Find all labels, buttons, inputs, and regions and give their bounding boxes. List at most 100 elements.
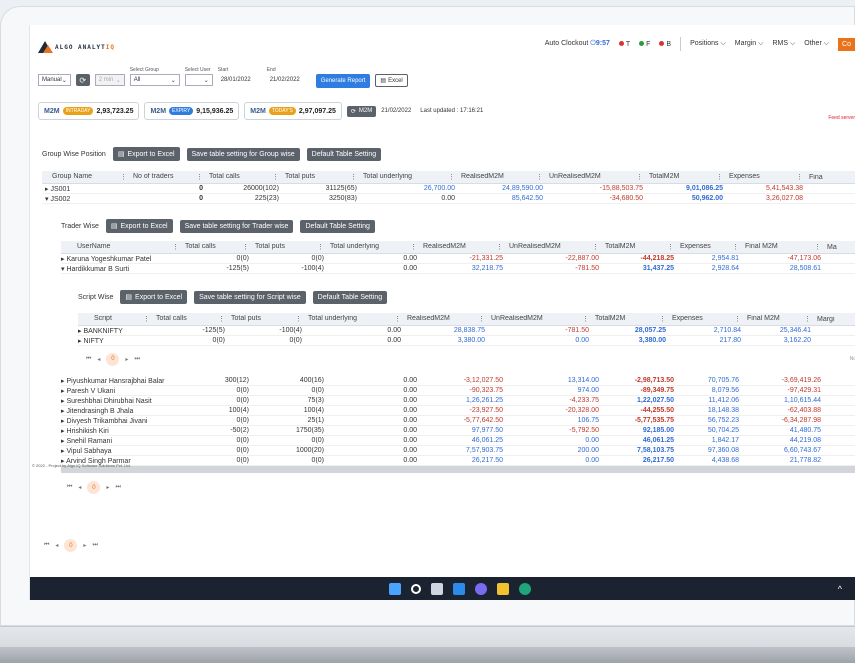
- prev-page-icon[interactable]: ◂: [55, 542, 58, 549]
- col-trader-puts[interactable]: Total puts ⋮: [252, 243, 327, 251]
- final-cell: 21,778.82: [789, 457, 821, 464]
- col-script-final[interactable]: Final M2M ⋮: [744, 315, 814, 323]
- col-script-realised[interactable]: RealisedM2M ⋮: [404, 315, 488, 323]
- table-row[interactable]: ▸ Paresh V Ukani 0(0) 0(0) 0.00 -90,323.75 97…: [61, 386, 855, 396]
- prev-page-icon[interactable]: ◂: [78, 484, 81, 491]
- prev-page-icon[interactable]: ◂: [97, 356, 100, 363]
- end-date-input[interactable]: 21/02/2022: [266, 74, 311, 86]
- start-date-input[interactable]: 28/01/2022: [217, 74, 262, 86]
- group-export-button[interactable]: ▤ Export to Excel: [112, 147, 180, 161]
- chat-icon[interactable]: [475, 582, 487, 595]
- col-username[interactable]: UserName ⋮: [61, 243, 182, 251]
- col-script-underlying[interactable]: Total underlying ⋮: [305, 315, 404, 323]
- group-default-setting-button[interactable]: Default Table Setting: [306, 147, 382, 161]
- col-script-calls[interactable]: Total calls ⋮: [153, 315, 228, 323]
- col-total-calls[interactable]: Total calls ⋮: [206, 173, 282, 181]
- col-script-expenses[interactable]: Expenses ⋮: [669, 315, 744, 323]
- col-script-margin[interactable]: Margi: [814, 316, 854, 323]
- col-trader-expenses[interactable]: Expenses ⋮: [677, 243, 742, 251]
- trader-default-setting-button[interactable]: Default Table Setting: [300, 219, 375, 233]
- col-total-puts[interactable]: Total puts ⋮: [282, 173, 360, 181]
- edge-icon[interactable]: [519, 582, 531, 595]
- total-cell: 7,58,103.75: [637, 447, 674, 454]
- table-row[interactable]: ▸ Sureshbhai Dhirubhai Nasit 0(0) 75(3) 0.0…: [61, 396, 855, 406]
- col-script[interactable]: Script ⋮: [78, 315, 153, 323]
- col-trader-total[interactable]: TotalM2M ⋮: [602, 243, 677, 251]
- table-row[interactable]: ▸ BANKNIFTY -125(5) -100(4) 0.00 28,838.75 -7…: [78, 326, 855, 336]
- feed-server-status: Feed server: [828, 115, 855, 121]
- col-script-unrealised[interactable]: UnRealisedM2M ⋮: [488, 315, 592, 323]
- table-row[interactable]: ▸ Piyushkumar Hansrajbhai Balar 300(12) 40…: [61, 376, 855, 386]
- table-row[interactable]: ▸ NIFTY 0(0) 0(0) 0.00 3,380.00 0.00 3,380.00 2…: [78, 336, 855, 346]
- current-page[interactable]: 0: [106, 352, 120, 366]
- col-trader-margin[interactable]: Ma: [824, 244, 855, 251]
- task-view-icon[interactable]: [431, 582, 443, 595]
- next-page-icon[interactable]: ▸: [83, 542, 86, 549]
- table-row[interactable]: ▸ Arvind Singh Parmar 0(0) 0(0) 0.00 26,217.…: [61, 456, 855, 466]
- group-save-setting-button[interactable]: Save table setting for Group wise: [186, 147, 300, 161]
- nav-rms[interactable]: RMS ⌵: [772, 40, 795, 48]
- nav-margin[interactable]: Margin ⌵: [735, 40, 764, 48]
- table-row[interactable]: ▾ Hardikkumar B Surti -125(5) -100(4) 0.00 3…: [61, 264, 855, 274]
- table-row[interactable]: ▸ JS001 0 26000(102) 31125(65) 26,700.00…: [42, 184, 855, 194]
- table-row[interactable]: ▸ Vipul Sabhaya 0(0) 1000(20) 0.00 7,57,903.…: [61, 446, 855, 456]
- col-total-underlying[interactable]: Total underlying ⋮: [360, 173, 458, 181]
- first-page-icon[interactable]: ⏮: [86, 356, 91, 363]
- col-trader-unrealised[interactable]: UnRealisedM2M ⋮: [506, 243, 602, 251]
- m2m-refresh-button[interactable]: ⟳ M2M: [346, 105, 377, 117]
- nav-other[interactable]: Other ⌵: [804, 40, 829, 48]
- table-row[interactable]: ▸ Divyesh Trikambhai Jivani 0(0) 25(1) 0.00…: [61, 416, 855, 426]
- m2m-date: 21/02/2022: [381, 108, 412, 114]
- nav-co-button[interactable]: Co: [838, 37, 855, 51]
- script-default-setting-button[interactable]: Default Table Setting: [312, 290, 388, 304]
- script-export-button[interactable]: ▤ Export to Excel: [120, 290, 188, 304]
- col-trader-underlying[interactable]: Total underlying ⋮: [327, 243, 420, 251]
- col-expenses[interactable]: Expenses ⋮: [726, 173, 806, 181]
- file-explorer-icon[interactable]: [497, 582, 509, 595]
- col-unrealised[interactable]: UnRealisedM2M ⋮: [546, 173, 646, 181]
- script-save-setting-button[interactable]: Save table setting for Script wise: [194, 290, 306, 304]
- col-trader-realised[interactable]: RealisedM2M ⋮: [420, 243, 506, 251]
- table-row[interactable]: ▸ Jitendrasingh B Jhala 100(4) 100(4) 0.00 -…: [61, 406, 855, 416]
- mode-select[interactable]: Manual ⌄: [38, 74, 71, 86]
- first-page-icon[interactable]: ⏮: [44, 542, 49, 549]
- current-page[interactable]: 0: [64, 539, 78, 552]
- col-script-puts[interactable]: Total puts ⋮: [228, 315, 305, 323]
- user-select[interactable]: ⌄: [184, 74, 213, 86]
- nav-positions[interactable]: Positions ⌵: [690, 40, 726, 48]
- col-script-total[interactable]: TotalM2M ⋮: [592, 315, 669, 323]
- windows-icon[interactable]: [389, 582, 401, 595]
- group-select[interactable]: All ⌄: [129, 74, 180, 86]
- generate-report-button[interactable]: Generate Report: [315, 74, 371, 88]
- name-cell: ▸ Vipul Sabhaya: [61, 447, 112, 455]
- col-trader-final[interactable]: Final M2M ⋮: [742, 243, 824, 251]
- last-page-icon[interactable]: ⏭: [115, 484, 120, 491]
- current-page[interactable]: 0: [87, 481, 101, 494]
- search-icon[interactable]: [411, 583, 421, 594]
- calls-cell: 0(0): [212, 337, 225, 344]
- col-total-m2m[interactable]: TotalM2M ⋮: [646, 173, 726, 181]
- tray-chevron-icon[interactable]: ^: [838, 584, 842, 594]
- next-page-icon[interactable]: ▸: [106, 484, 109, 491]
- col-realised[interactable]: RealisedM2M ⋮: [458, 173, 546, 181]
- last-page-icon[interactable]: ⏭: [92, 542, 97, 549]
- next-page-icon[interactable]: ▸: [125, 356, 128, 363]
- table-row[interactable]: ▸ Hrishikish Kiri -50(2) 1750(35) 0.00 97,97…: [61, 426, 855, 436]
- widgets-icon[interactable]: [453, 582, 465, 595]
- trader-export-button[interactable]: ▤ Export to Excel: [105, 219, 173, 233]
- refresh-icon[interactable]: ⟳: [75, 74, 90, 86]
- col-trader-calls[interactable]: Total calls ⋮: [182, 243, 252, 251]
- col-no-of-traders[interactable]: No of traders ⋮: [130, 173, 206, 181]
- m2m-intraday-card: M2M INTRADAY 2,93,723.25: [38, 102, 140, 120]
- interval-select[interactable]: 2 min ⌄: [94, 74, 125, 86]
- col-final[interactable]: Fina: [806, 174, 846, 181]
- table-row[interactable]: ▾ JS002 0 225(23) 3250(83) 0.00 85,642.5…: [42, 194, 855, 204]
- excel-button[interactable]: ▤ Excel: [375, 74, 408, 87]
- first-page-icon[interactable]: ⏮: [67, 484, 72, 491]
- table-row[interactable]: ▸ Snehil Ramani 0(0) 0(0) 0.00 46,061.25 0.00…: [61, 436, 855, 446]
- last-page-icon[interactable]: ⏭: [134, 356, 139, 363]
- horizontal-scrollbar[interactable]: [61, 466, 855, 473]
- table-row[interactable]: ▸ Karuna Yogeshkumar Patel 0(0) 0(0) 0.00 -2…: [61, 254, 855, 264]
- col-group-name[interactable]: Group Name ⋮: [42, 173, 130, 181]
- trader-save-setting-button[interactable]: Save table setting for Trader wise: [179, 219, 294, 233]
